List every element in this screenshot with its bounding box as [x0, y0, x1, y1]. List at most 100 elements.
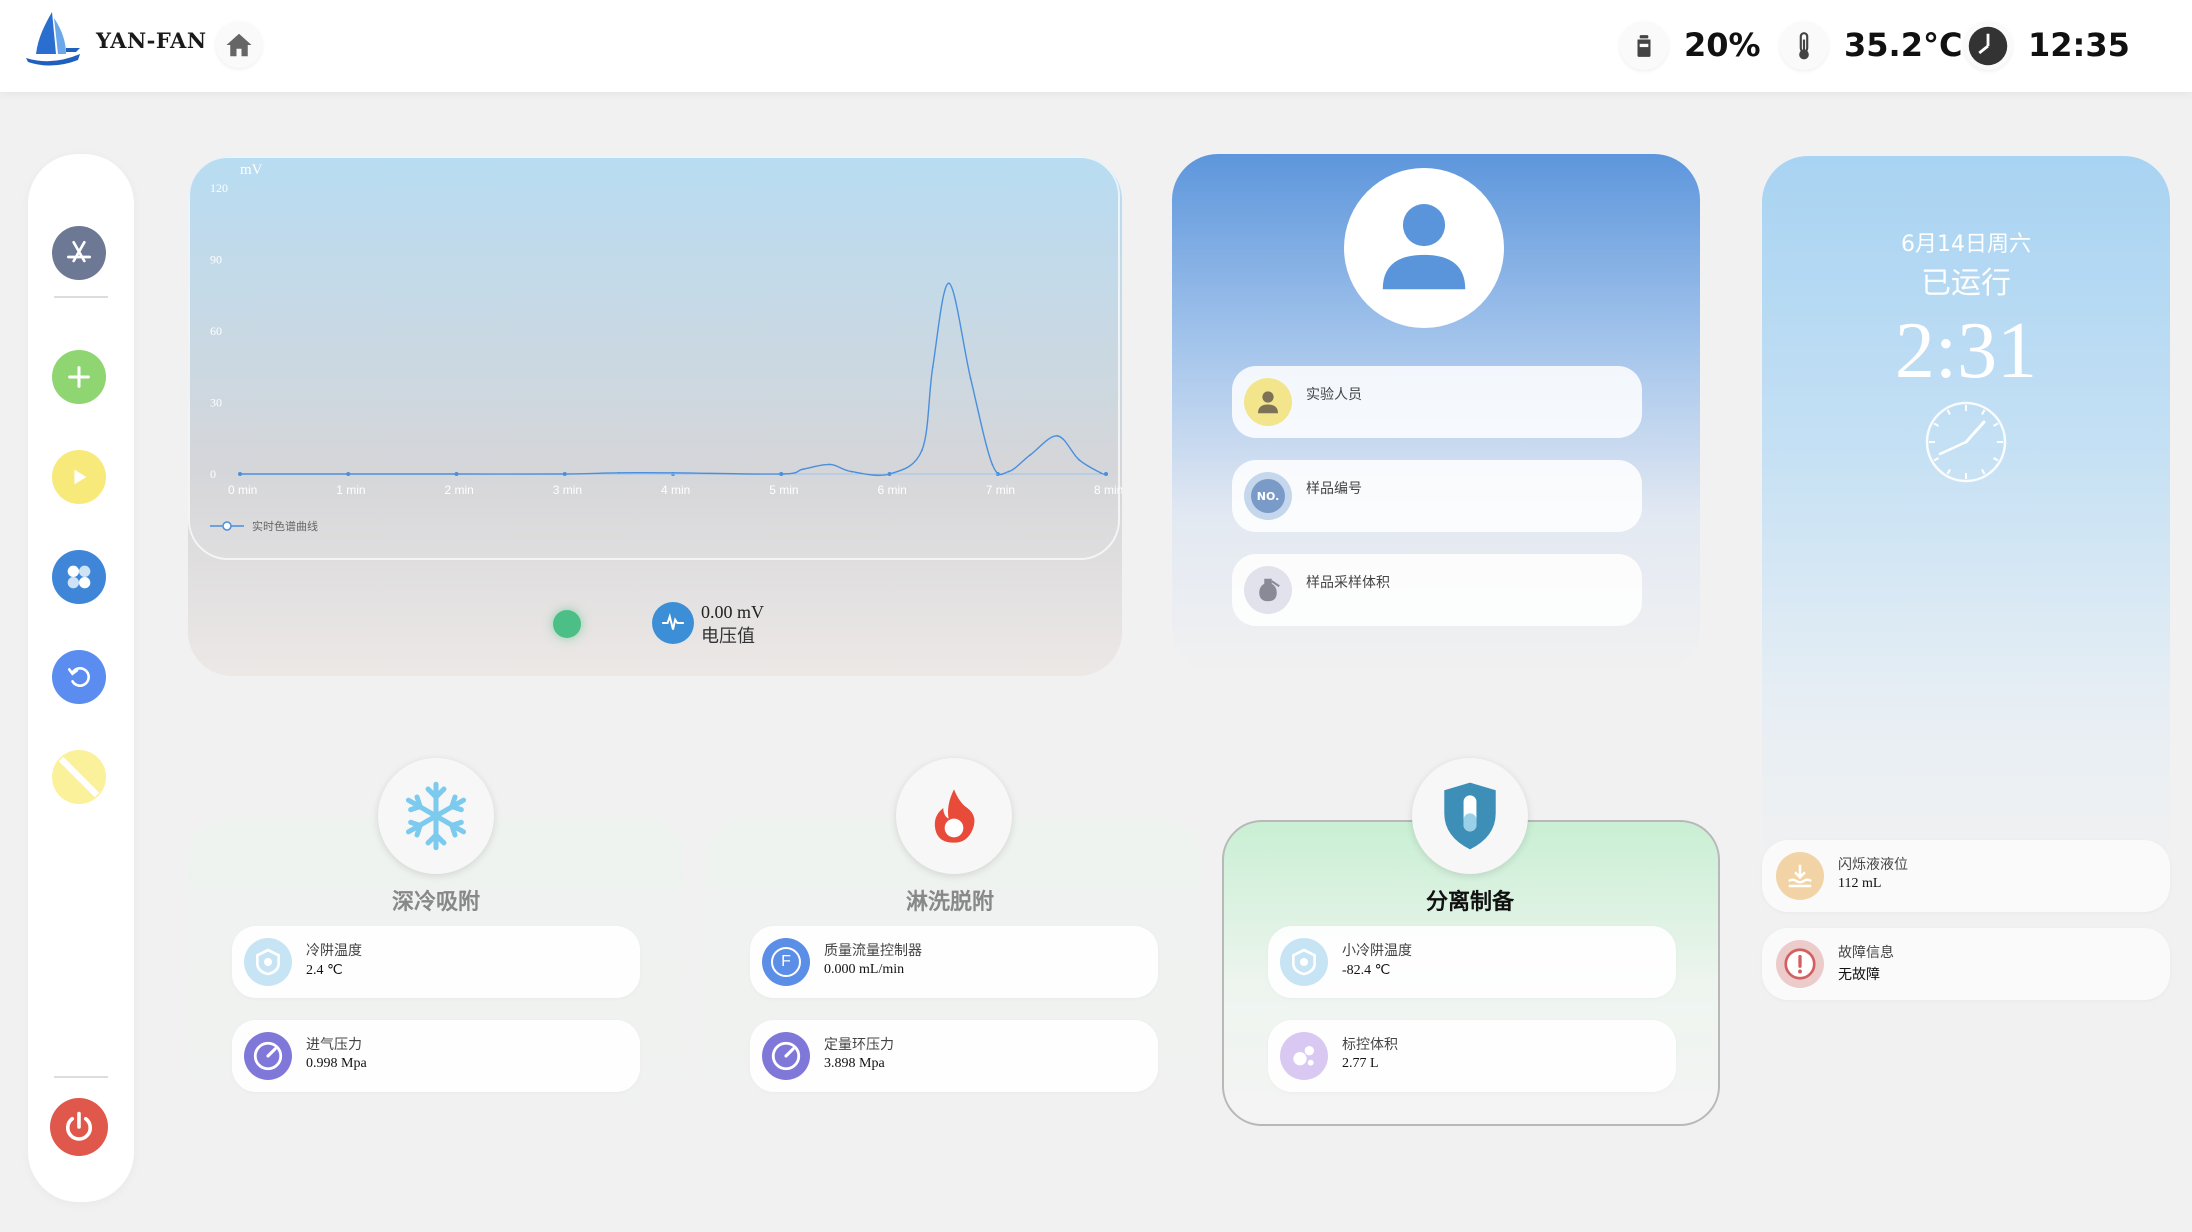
- mass-flow-row[interactable]: F 质量流量控制器 0.000 mL/min: [750, 926, 1158, 998]
- cold-trap-temp-row[interactable]: 冷阱温度 2.4 ℃: [232, 926, 640, 998]
- data-point: [948, 282, 950, 285]
- plus-icon: [68, 366, 90, 388]
- no-badge: NO.: [1251, 479, 1285, 513]
- snowflake-badge[interactable]: [378, 758, 494, 874]
- data-point: [239, 473, 241, 475]
- data-point: [563, 473, 566, 475]
- modules-icon: [67, 565, 91, 589]
- x-tick-label: 8 min: [1094, 483, 1122, 497]
- small-cold-trap-row[interactable]: 小冷阱温度 -82.4 ℃: [1268, 926, 1676, 998]
- y-tick-label: 0: [210, 467, 216, 481]
- fault-info-value: 无故障: [1838, 968, 1880, 983]
- sample-id-icon: NO.: [1244, 472, 1292, 520]
- add-button[interactable]: [52, 350, 106, 404]
- x-tick-label: 5 min: [769, 483, 798, 497]
- forbidden-icon: [58, 756, 100, 798]
- date-text: 6月14日周六: [1901, 232, 2031, 257]
- y-tick-label: 120: [210, 181, 228, 195]
- inlet-pressure-row[interactable]: 进气压力 0.998 Mpa: [232, 1020, 640, 1092]
- param-title: 定量环压力: [824, 1037, 894, 1053]
- temperature-value: 35.2°C: [1844, 26, 1963, 64]
- temperature-indicator: [1780, 22, 1828, 70]
- param-title: 标控体积: [1342, 1037, 1398, 1053]
- scintillation-level-title: 闪烁液液位: [1838, 857, 1908, 873]
- y-axis-label: mV: [240, 162, 263, 178]
- home-button[interactable]: [216, 22, 262, 68]
- loop-pressure-row[interactable]: 定量环压力 3.898 Mpa: [750, 1020, 1158, 1092]
- bubbles-icon: [1280, 1032, 1328, 1080]
- sample-info-panel: 实验人员 NO. 样品编号 样品采样体积: [1172, 154, 1700, 674]
- liquid-level-icon: [1776, 852, 1824, 900]
- voltage-value: 0.00 mV: [701, 602, 764, 622]
- param-value: 2.77 L: [1342, 1056, 1379, 1071]
- module-title-separation: 分离制备: [1425, 890, 1514, 915]
- cold-trap-icon: [244, 938, 292, 986]
- refresh-icon: [67, 667, 90, 687]
- run-time: 2:31: [1894, 307, 2038, 395]
- data-point: [347, 473, 350, 475]
- logo-icon: [26, 12, 80, 66]
- y-tick-label: 90: [210, 253, 222, 267]
- chromatogram-panel: mV 120 90 60 30 0 0 min 1 min 2 min 3 min 4 min 5 m…: [188, 156, 1122, 676]
- sidebar-divider-bottom: [54, 1076, 108, 1078]
- time-value: 12:35: [2028, 26, 2130, 64]
- status-indicator: [553, 610, 581, 638]
- app-store-button[interactable]: [52, 226, 106, 280]
- data-point: [1029, 454, 1032, 456]
- param-value: 3.898 Mpa: [824, 1056, 885, 1071]
- voltage-label: 电压值: [701, 626, 755, 647]
- scintillation-level-value: 112 mL: [1838, 876, 1882, 891]
- data-point: [1105, 473, 1107, 475]
- scintillation-level-row[interactable]: 闪烁液液位 112 mL: [1762, 840, 2170, 912]
- fault-info-row[interactable]: 故障信息 无故障: [1762, 928, 2170, 1000]
- flame-icon: [934, 789, 975, 843]
- data-point: [780, 473, 783, 475]
- sidebar-divider: [54, 296, 108, 298]
- test-tube-icon: [1444, 782, 1496, 850]
- modules-button[interactable]: [52, 550, 106, 604]
- sidebar: [28, 154, 134, 1202]
- data-point: [617, 471, 620, 474]
- y-tick-label: 30: [210, 396, 222, 410]
- sample-id-row[interactable]: NO. 样品编号: [1232, 460, 1642, 532]
- power-button[interactable]: [50, 1098, 108, 1156]
- clock-icon: [1968, 26, 2008, 66]
- data-point: [921, 449, 923, 452]
- data-point: [888, 473, 891, 475]
- param-title: 质量流量控制器: [824, 943, 922, 959]
- user-icon: [1382, 204, 1466, 290]
- avatar[interactable]: [1344, 168, 1504, 328]
- x-tick-label: 7 min: [986, 483, 1015, 497]
- flow-controller-icon: F: [762, 938, 810, 986]
- standard-volume-row[interactable]: 标控体积 2.77 L: [1268, 1020, 1676, 1092]
- reset-button[interactable]: [52, 650, 106, 704]
- play-button[interactable]: [52, 450, 106, 504]
- fault-info-title: 故障信息: [1838, 945, 1894, 961]
- stop-button[interactable]: [52, 750, 106, 804]
- operator-icon: [1244, 378, 1292, 426]
- param-title: 进气压力: [306, 1037, 362, 1053]
- x-tick-label: 4 min: [661, 483, 690, 497]
- test-tube-badge[interactable]: [1412, 758, 1528, 874]
- x-tick-label: 3 min: [553, 483, 582, 497]
- operator-row[interactable]: 实验人员: [1232, 366, 1642, 438]
- run-label: 已运行: [1921, 266, 2011, 301]
- sample-volume-icon: [1244, 566, 1292, 614]
- data-point: [850, 470, 853, 473]
- cold-trap-icon: [1280, 938, 1328, 986]
- data-point: [829, 463, 831, 466]
- param-title: 冷阱温度: [306, 943, 362, 959]
- param-title: 小冷阱温度: [1342, 943, 1412, 959]
- flame-badge[interactable]: [896, 758, 1012, 874]
- param-value: 2.4 ℃: [306, 963, 343, 978]
- legend-label: 实时色谱曲线: [252, 519, 318, 533]
- top-bar: YAN-FAN 20% 35.2°C 12:35: [0, 0, 2192, 92]
- home-icon: [226, 33, 252, 57]
- brand-name: YAN-FAN: [96, 28, 207, 53]
- pulse-icon: [662, 613, 684, 630]
- param-value: 0.998 Mpa: [306, 1056, 367, 1071]
- param-value: 0.000 mL/min: [824, 962, 905, 977]
- sample-volume-row[interactable]: 样品采样体积: [1232, 554, 1642, 626]
- time-indicator: [1964, 22, 2012, 70]
- analog-clock-icon: [1925, 401, 2007, 483]
